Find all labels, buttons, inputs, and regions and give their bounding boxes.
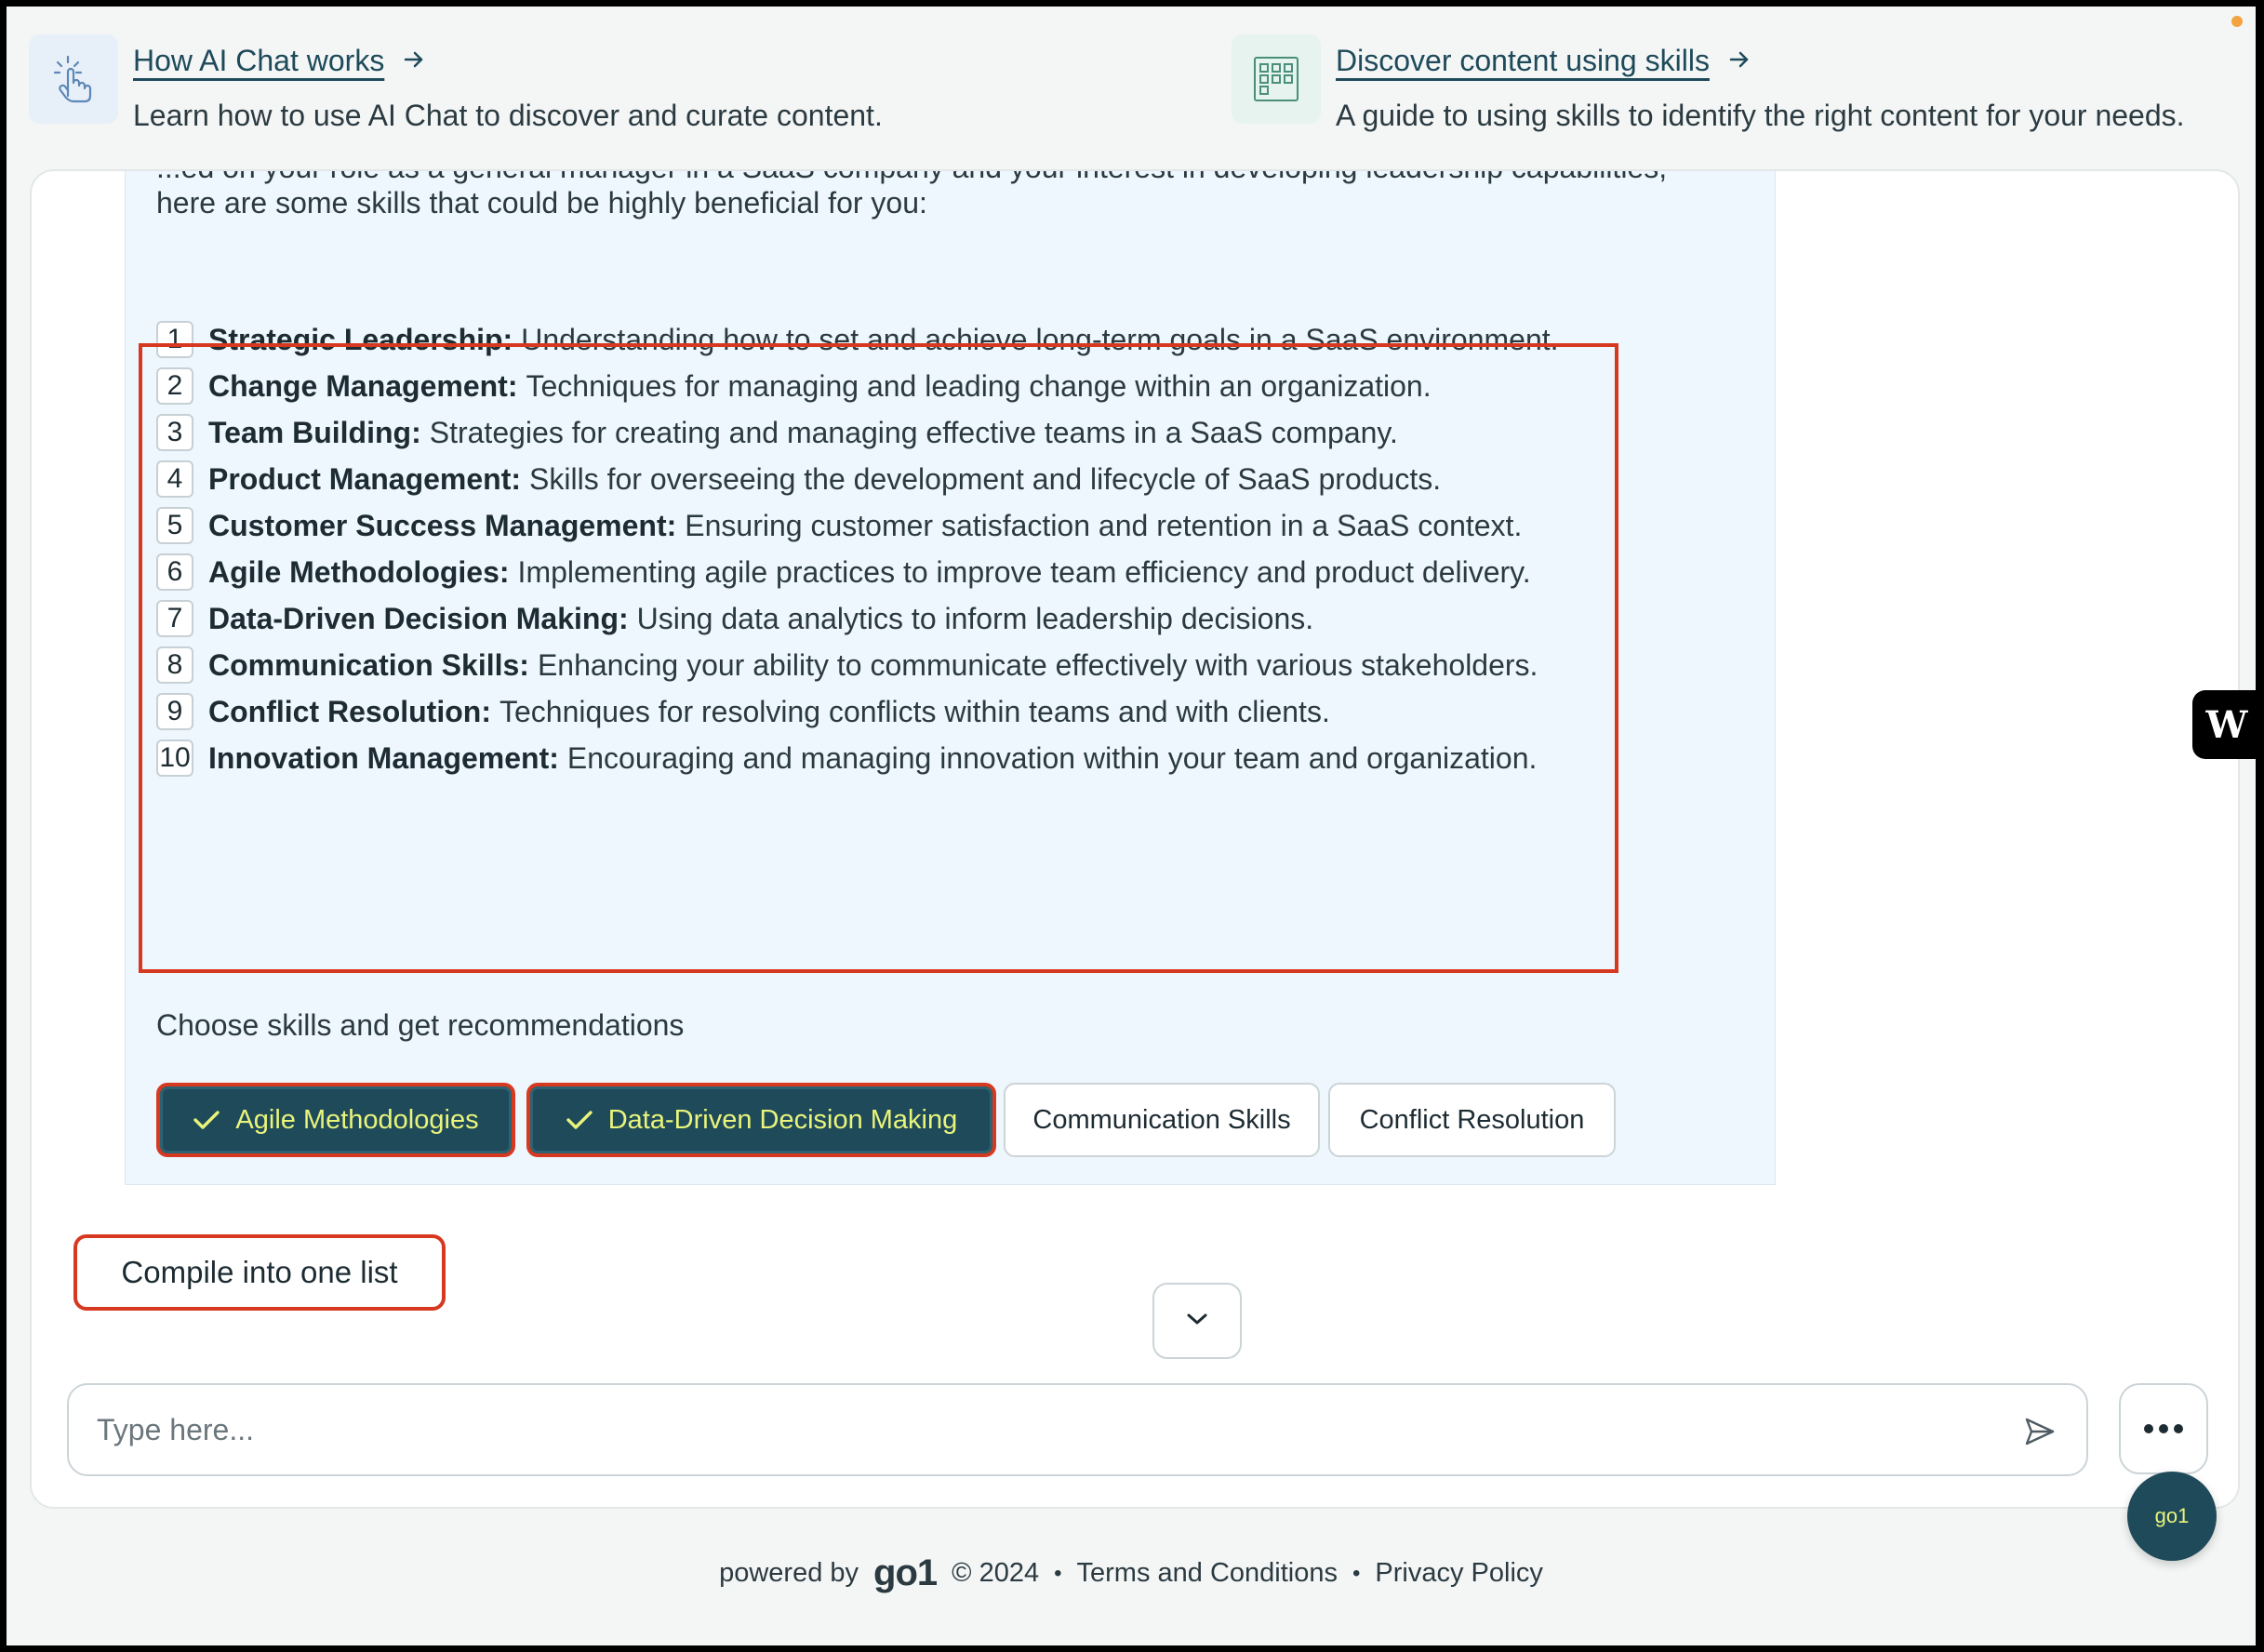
chip-label: Communication Skills: [1032, 1104, 1291, 1135]
more-options-button[interactable]: [2119, 1383, 2208, 1474]
arrow-right-icon: [1728, 44, 1751, 78]
dot: [2174, 1424, 2183, 1433]
terms-link[interactable]: Terms and Conditions: [1077, 1558, 1338, 1589]
app-frame: How AI Chat works Learn how to use AI Ch…: [7, 7, 2256, 1645]
footer: powered by go1 © 2024 • Terms and Condit…: [7, 1552, 2256, 1594]
guide-title-text[interactable]: How AI Chat works: [133, 44, 384, 78]
checkmark-icon: [566, 1109, 593, 1131]
guide-discover-skills[interactable]: Discover content using skills A guide to…: [1232, 34, 2185, 133]
skill-chip[interactable]: Data-Driven Decision Making: [526, 1083, 996, 1157]
widget-w-icon[interactable]: W: [2192, 690, 2256, 759]
chat-card: ...ed on your role as a general manager …: [30, 169, 2240, 1509]
skill-chip[interactable]: Communication Skills: [1004, 1083, 1320, 1157]
compile-list-button[interactable]: Compile into one list: [73, 1234, 446, 1311]
dot: [2159, 1424, 2168, 1433]
send-icon[interactable]: [2021, 1413, 2058, 1450]
assistant-message: ...ed on your role as a general manager …: [125, 171, 1776, 1185]
privacy-link[interactable]: Privacy Policy: [1375, 1558, 1543, 1589]
guide-description: A guide to using skills to identify the …: [1336, 99, 2185, 132]
copyright: © 2024: [952, 1558, 1040, 1588]
guide-title[interactable]: Discover content using skills: [1336, 44, 1751, 78]
scroll-down-button[interactable]: [1152, 1283, 1242, 1359]
message-input[interactable]: [97, 1404, 1957, 1456]
hand-tap-icon: [29, 34, 118, 124]
guide-description: Learn how to use AI Chat to discover and…: [133, 99, 883, 132]
guide-title-text[interactable]: Discover content using skills: [1336, 44, 1710, 78]
highlight-box: [139, 343, 1618, 973]
checkmark-icon: [193, 1109, 220, 1131]
choose-skills-label: Choose skills and get recommendations: [156, 1008, 685, 1042]
chip-label: Agile Methodologies: [235, 1104, 479, 1135]
chip-label: Conflict Resolution: [1359, 1104, 1585, 1135]
grid-icon: [1232, 34, 1321, 124]
skill-chip[interactable]: Agile Methodologies: [156, 1083, 515, 1157]
footer-separator: •: [1054, 1560, 1062, 1586]
skill-chip[interactable]: Conflict Resolution: [1328, 1083, 1616, 1157]
footer-separator: •: [1352, 1560, 1361, 1586]
chip-label: Data-Driven Decision Making: [607, 1104, 958, 1135]
chevron-down-icon: [1185, 1312, 1209, 1331]
guide-title[interactable]: How AI Chat works: [133, 44, 425, 78]
guides-bar: How AI Chat works Learn how to use AI Ch…: [7, 7, 2256, 169]
guide-how-ai-chat-works[interactable]: How AI Chat works Learn how to use AI Ch…: [29, 34, 883, 133]
go1-logo: go1: [873, 1552, 938, 1593]
message-input-box[interactable]: [67, 1383, 2088, 1476]
dot: [2144, 1424, 2153, 1433]
arrow-right-icon: [403, 44, 425, 78]
intro-line: here are some skills that could be highl…: [156, 186, 927, 220]
powered-by-text: powered by: [719, 1558, 859, 1588]
go1-launcher-button[interactable]: go1: [2127, 1472, 2217, 1561]
notification-dot: [2231, 16, 2243, 27]
